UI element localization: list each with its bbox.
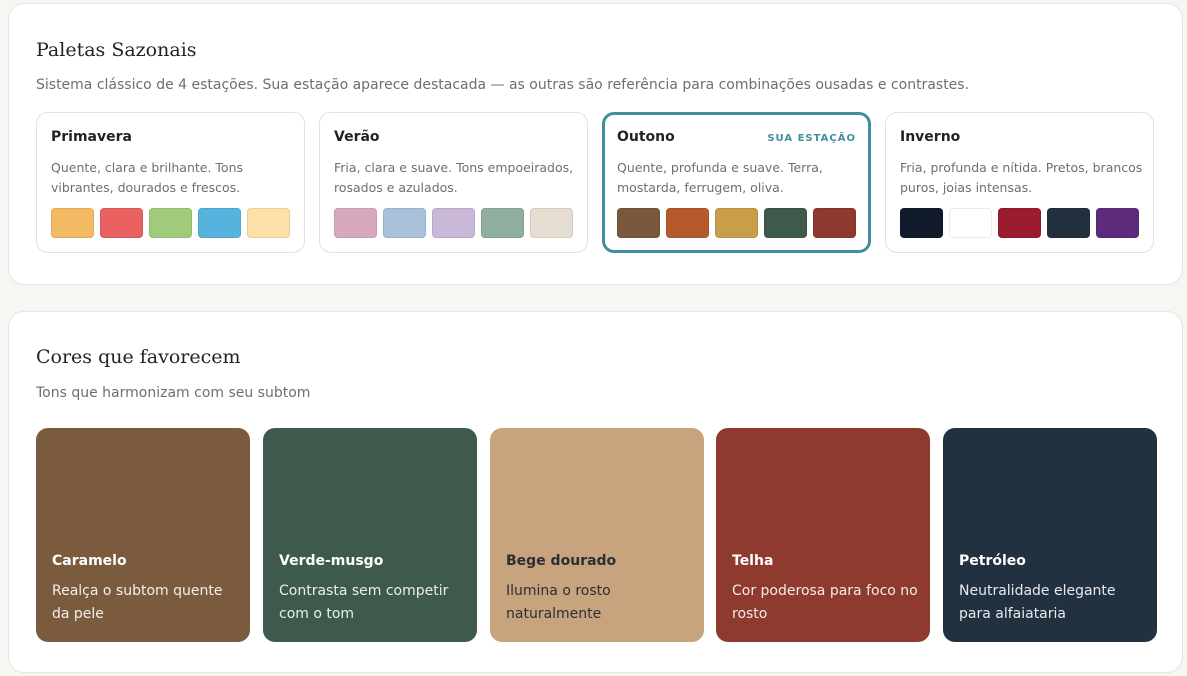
color-tile-description: Contrasta sem competir com o tom — [279, 583, 449, 622]
color-tile-telha[interactable]: Telha Cor poderosa para foco no rosto — [716, 428, 930, 642]
color-tile-name: Telha — [732, 553, 774, 569]
season-swatches — [51, 208, 290, 238]
color-tile-caramelo[interactable]: Caramelo Realça o subtom quente da pele — [36, 428, 250, 642]
color-swatch — [949, 208, 992, 238]
season-description: Fria, profunda e nítida. Pretos, brancos… — [900, 160, 1143, 195]
color-swatch — [198, 208, 241, 238]
seasonal-palettes-title: Paletas Sazonais — [36, 39, 197, 61]
color-tile-name: Petróleo — [959, 553, 1026, 569]
season-swatches — [900, 208, 1139, 238]
season-card-verao[interactable]: Verão Fria, clara e suave. Tons empoeira… — [319, 112, 588, 253]
color-swatch — [715, 208, 758, 238]
color-tile-bege-dourado[interactable]: Bege dourado Ilumina o rosto naturalment… — [490, 428, 704, 642]
color-tile-description: Cor poderosa para foco no rosto — [732, 583, 918, 622]
color-tile-petroleo[interactable]: Petróleo Neutralidade elegante para alfa… — [943, 428, 1157, 642]
color-swatch — [481, 208, 524, 238]
season-swatches — [617, 208, 856, 238]
color-tile-name: Verde-musgo — [279, 553, 384, 569]
seasonal-palettes-card: Paletas Sazonais Sistema clássico de 4 e… — [8, 3, 1183, 285]
season-name: Inverno — [900, 129, 961, 145]
color-tile-description: Neutralidade elegante para alfaiataria — [959, 583, 1116, 622]
color-swatch — [51, 208, 94, 238]
season-name: Verão — [334, 129, 380, 145]
color-tile-verde-musgo[interactable]: Verde-musgo Contrasta sem competir com o… — [263, 428, 477, 642]
color-swatch — [900, 208, 943, 238]
color-swatch — [1047, 208, 1090, 238]
seasonal-palettes-subtitle: Sistema clássico de 4 estações. Sua esta… — [36, 77, 970, 93]
color-swatch — [100, 208, 143, 238]
color-swatch — [764, 208, 807, 238]
color-swatch — [432, 208, 475, 238]
season-description: Fria, clara e suave. Tons empoeirados, r… — [334, 160, 574, 195]
color-swatch — [334, 208, 377, 238]
color-swatch — [617, 208, 660, 238]
season-description: Quente, profunda e suave. Terra, mostard… — [617, 160, 823, 195]
season-name: Outono — [617, 129, 675, 145]
season-card-inverno[interactable]: Inverno Fria, profunda e nítida. Pretos,… — [885, 112, 1154, 253]
favorable-colors-title: Cores que favorecem — [36, 346, 241, 368]
favorable-colors-subtitle: Tons que harmonizam com seu subtom — [36, 385, 311, 401]
color-tile-description: Ilumina o rosto naturalmente — [506, 583, 611, 622]
color-swatch — [149, 208, 192, 238]
color-swatch — [813, 208, 856, 238]
color-swatch — [998, 208, 1041, 238]
color-swatch — [666, 208, 709, 238]
season-card-outono[interactable]: Outono SUA ESTAÇÃO Quente, profunda e su… — [602, 112, 871, 253]
season-card-primavera[interactable]: Primavera Quente, clara e brilhante. Ton… — [36, 112, 305, 253]
color-tile-name: Caramelo — [52, 553, 127, 569]
current-season-badge: SUA ESTAÇÃO — [767, 133, 856, 144]
color-swatch — [530, 208, 573, 238]
season-name: Primavera — [51, 129, 132, 145]
color-swatch — [383, 208, 426, 238]
color-swatch — [247, 208, 290, 238]
season-description: Quente, clara e brilhante. Tons vibrante… — [51, 160, 244, 195]
color-tile-name: Bege dourado — [506, 553, 617, 569]
color-tile-description: Realça o subtom quente da pele — [52, 583, 223, 622]
color-swatch — [1096, 208, 1139, 238]
favorable-colors-card: Cores que favorecem Tons que harmonizam … — [8, 311, 1183, 673]
season-swatches — [334, 208, 573, 238]
